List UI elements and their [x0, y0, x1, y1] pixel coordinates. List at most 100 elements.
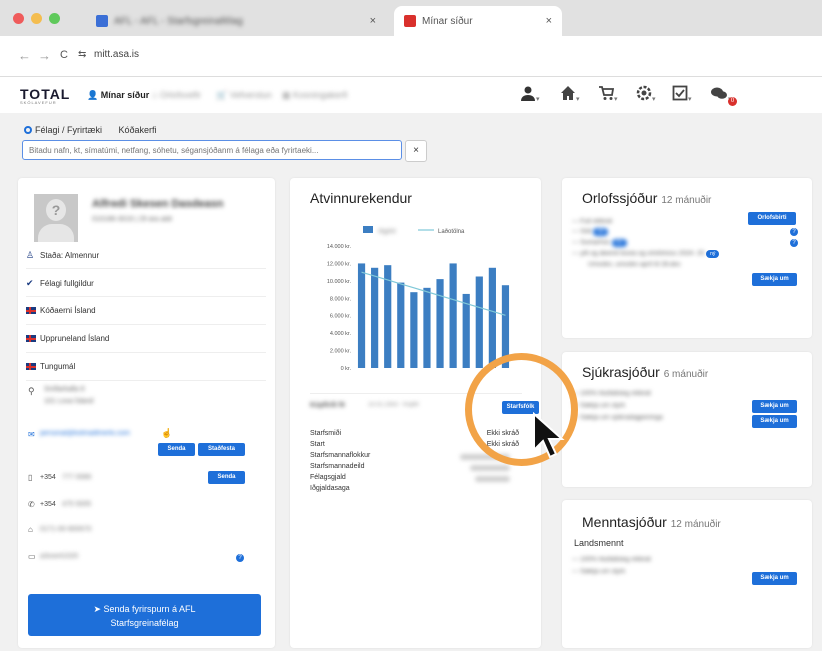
- home-icon[interactable]: ▾: [560, 85, 580, 106]
- field-label: Iðgjaldasaga: [310, 485, 350, 492]
- trend-line: [361, 271, 506, 316]
- confirm-email-button[interactable]: Staðfesta: [198, 443, 245, 456]
- user-menu-icon[interactable]: ▾: [520, 85, 540, 106]
- menntasjodur-card: Menntasjóður 12 mánuðir Landsmennt — 100…: [562, 500, 812, 648]
- clear-search-button[interactable]: ×: [405, 140, 427, 162]
- nav-link-orlofsvefir[interactable]: ⌂ Orlofsvefir: [152, 90, 201, 100]
- list-item: — Sækja um styrk: [572, 568, 626, 575]
- hand-icon: ☝: [161, 428, 173, 438]
- site-info-icon[interactable]: ⇆: [78, 49, 86, 60]
- help-icon[interactable]: ?: [790, 228, 798, 236]
- help-icon[interactable]: ?: [236, 554, 244, 562]
- address-line-1: Sniðarkalla 8: [44, 386, 85, 393]
- list-item: — 100% hlutfallsleg réttindi: [572, 556, 651, 563]
- y-tick-label: 2.000 kr.: [330, 349, 352, 355]
- browser-tab-minar-sidur[interactable]: Mínar síður ×: [394, 6, 562, 36]
- field-label: Start: [310, 441, 325, 448]
- cart-icon[interactable]: ▾: [598, 85, 618, 106]
- profile-name: Alfredi Skesen Dasdeasn: [92, 198, 224, 210]
- site-favicon-icon: [404, 15, 416, 27]
- mobile-icon: ▯: [28, 473, 33, 482]
- search-type-selector: Félagi / Fyrirtæki Kóðakerfi: [24, 125, 157, 135]
- phone-1-prefix: +354: [40, 474, 56, 481]
- apply-styrkur-button[interactable]: Sækja um: [752, 400, 797, 413]
- orlofsbirti-button[interactable]: Orlofsbirti: [748, 212, 796, 225]
- phone-2-prefix: +354: [40, 501, 56, 508]
- profile-row-uppruneland: Uppruneland Ísland: [26, 326, 266, 353]
- y-tick-label: 6.000 kr.: [330, 314, 352, 320]
- window-minimize-dot[interactable]: [31, 13, 42, 24]
- profile-row-stada: ♙ Staða: Almennur: [26, 242, 266, 269]
- reload-icon[interactable]: C: [60, 49, 68, 61]
- field-label: Starfsmannaflokkur: [310, 452, 371, 459]
- url-field[interactable]: mitt.asa.is: [94, 49, 139, 60]
- send-inquiry-button[interactable]: ➤ Senda fyrirspurn á AFL Starfsgreinafél…: [28, 594, 261, 636]
- card-title: Sjúkrasjóður 6 mánuðir: [582, 364, 709, 380]
- chart-bar: [371, 267, 379, 368]
- paper-plane-icon: ➤: [93, 604, 101, 614]
- card-title: Menntasjóður 12 mánuðir: [582, 514, 721, 530]
- profile-row-tungumal: Tungumál: [26, 354, 266, 381]
- gear-icon[interactable]: ▾: [636, 85, 656, 106]
- notification-badge: 0: [728, 97, 737, 106]
- fund-name: Landsmennt: [574, 538, 624, 548]
- nav-link-minar-sidur[interactable]: 👤 Mínar síður: [87, 90, 149, 101]
- radio-kodakerfi[interactable]: Kóðakerfi: [119, 125, 157, 135]
- chart-bar: [397, 282, 405, 368]
- y-tick-label: 10.000 kr.: [327, 279, 352, 285]
- employer-name[interactable]: Kúpfirði fé: [310, 402, 345, 409]
- chart-bar: [475, 276, 483, 368]
- iceland-flag-icon: [26, 335, 36, 342]
- browser-tab-afl[interactable]: AFL - AFL - Starfsgreinafélag ×: [86, 6, 386, 36]
- apply-dagpeningar-button[interactable]: Sækja um: [752, 415, 797, 428]
- y-tick-label: 12.000 kr.: [327, 261, 352, 267]
- apply-mennt-button[interactable]: Sækja um: [752, 572, 797, 585]
- check-icon: ✔: [26, 278, 34, 288]
- send-email-button[interactable]: Senda: [158, 443, 195, 456]
- list-item: — yði og ákemit bústa og orlofshúss 2024…: [572, 250, 720, 258]
- tab-title: Mínar síður: [422, 15, 473, 27]
- orlofssjodur-card: Orlofssjóður 12 mánuðir — Full réttindi …: [562, 178, 812, 338]
- radio-felagi[interactable]: Félagi / Fyrirtæki: [24, 125, 102, 135]
- nav-link-vefverslun[interactable]: 🛒 Vefverslun: [216, 90, 272, 101]
- help-icon[interactable]: ?: [790, 239, 798, 247]
- chart-bar: [436, 279, 444, 368]
- window-zoom-dot[interactable]: [49, 13, 60, 24]
- chart-bar: [462, 293, 470, 368]
- logo[interactable]: TOTAL SKÓLAVEFUR: [20, 86, 70, 105]
- phone-1-value: 777 0089: [62, 474, 92, 481]
- legend-line-label: Laðotölna: [438, 228, 465, 235]
- profile-meta: 010186-3019 | 29 ára aldr: [92, 216, 173, 223]
- forward-icon[interactable]: →: [38, 48, 51, 63]
- apply-orlof-button[interactable]: Sækja um: [752, 273, 797, 286]
- y-tick-label: 4.000 kr.: [330, 331, 352, 337]
- tab-close-icon[interactable]: ×: [546, 15, 552, 27]
- nav-link-kosningakerfi[interactable]: ▦ Kosningakerfi: [282, 90, 348, 101]
- window-close-dot[interactable]: [13, 13, 24, 24]
- field-label: Félagsgjald: [310, 474, 346, 481]
- email-icon: ✉: [28, 430, 35, 439]
- tab-close-icon[interactable]: ×: [370, 15, 376, 27]
- chart-bar: [357, 263, 366, 368]
- field-label: Starfsmannadeild: [310, 463, 365, 470]
- back-icon[interactable]: ←: [18, 48, 31, 63]
- chart-bar: [488, 267, 496, 368]
- list-item: — Sumarhús 0/1: [572, 239, 627, 247]
- send-sms-button[interactable]: Senda: [208, 471, 245, 484]
- sjukrasjodur-card: Sjúkrasjóður 6 mánuðir — 100% hlutfallsl…: [562, 352, 812, 487]
- profile-row-kodaerni: Kóðaerni Ísland: [26, 298, 266, 325]
- card-icon: ▭: [28, 552, 36, 561]
- search-input[interactable]: [22, 140, 402, 160]
- profile-card: ? Alfredi Skesen Dasdeasn 010186-3019 | …: [18, 178, 275, 648]
- y-tick-label: 14.000 kr.: [327, 244, 352, 250]
- afl-favicon-icon: [96, 15, 108, 27]
- y-tick-label: 0 kr.: [341, 366, 352, 372]
- chart-bar: [410, 292, 418, 368]
- y-tick-label: 8.000 kr.: [330, 296, 352, 302]
- email-link[interactable]: personal@kotmaillmerki.com: [40, 430, 130, 437]
- employer-meta: 10.01.1950 - Kúpfir: [368, 402, 420, 408]
- kennitala-value: 0171-00-900670: [40, 526, 92, 533]
- checkbox-icon[interactable]: ▾: [672, 85, 692, 106]
- avatar: ?: [34, 194, 78, 242]
- list-item: — Full réttindi: [572, 218, 613, 225]
